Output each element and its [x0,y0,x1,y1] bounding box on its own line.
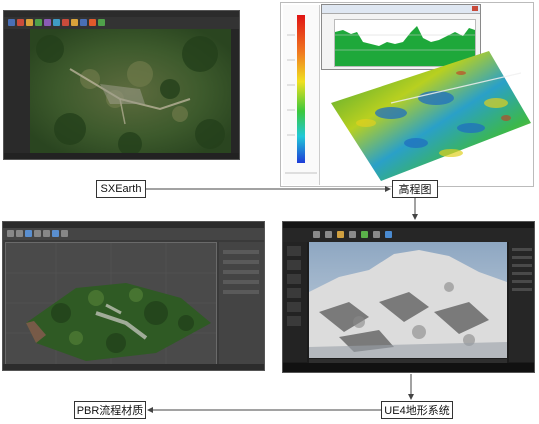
flow-arrows [146,186,418,413]
